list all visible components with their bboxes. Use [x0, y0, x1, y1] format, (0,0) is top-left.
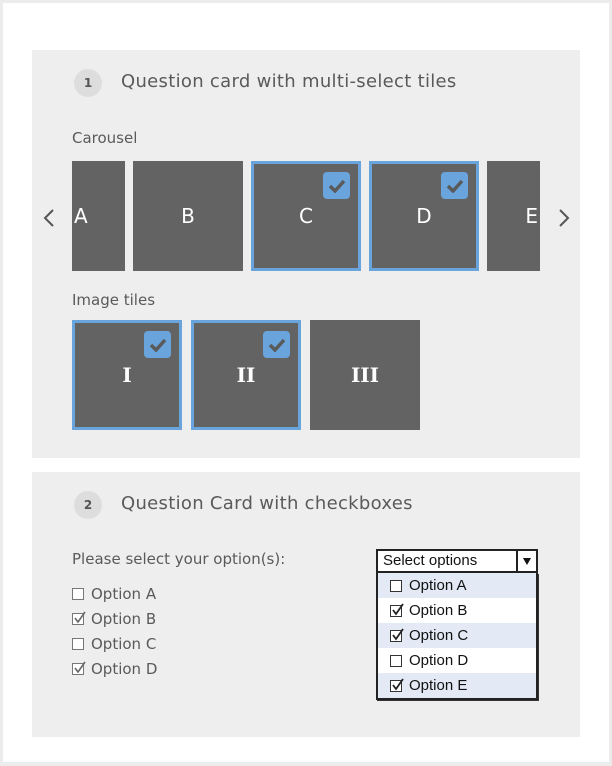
- image-tile-selected[interactable]: I: [72, 320, 182, 430]
- dropdown-item[interactable]: Option B: [378, 598, 536, 623]
- question-prompt: Please select your option(s):: [72, 550, 286, 568]
- multi-select-dropdown: Select options Option A Option B Option …: [376, 549, 538, 700]
- checkbox-option-a[interactable]: Option A: [72, 585, 156, 603]
- checkbox-unchecked-icon[interactable]: [72, 638, 84, 650]
- dropdown-item-label: Option D: [409, 652, 469, 669]
- checkbox-unchecked-icon[interactable]: [390, 579, 402, 592]
- tile-label: I: [122, 363, 132, 387]
- checkbox-option-c[interactable]: Option C: [72, 635, 156, 653]
- checkbox-unchecked-icon[interactable]: [390, 654, 402, 667]
- dropdown-item-label: Option C: [409, 627, 469, 644]
- carousel-label: Carousel: [72, 129, 138, 147]
- carousel-tile-selected[interactable]: C: [251, 161, 361, 271]
- checkbox-label: Option A: [91, 585, 157, 603]
- carousel-tile[interactable]: B: [133, 161, 243, 271]
- question-number-badge: 1: [74, 69, 102, 97]
- checkbox-label: Option B: [91, 610, 157, 628]
- caret-down-icon: [523, 557, 531, 565]
- chevron-left-icon: [43, 209, 54, 227]
- checkbox-checked-icon[interactable]: [390, 677, 404, 692]
- carousel-tile-selected[interactable]: D: [369, 161, 479, 271]
- dropdown-item-label: Option B: [409, 602, 468, 619]
- image-tile-selected[interactable]: II: [191, 320, 301, 430]
- check-icon: [323, 172, 350, 199]
- question-title: Question Card with checkboxes: [121, 493, 413, 514]
- tile-label: II: [236, 363, 256, 387]
- tile-label: A: [74, 204, 88, 228]
- dropdown-list: Option A Option B Option C Option D Opti…: [376, 573, 538, 700]
- dropdown-item[interactable]: Option A: [378, 573, 536, 598]
- dropdown-item[interactable]: Option E: [378, 673, 536, 698]
- tile-label: C: [299, 204, 313, 228]
- carousel-tile[interactable]: A: [72, 161, 125, 271]
- dropdown-item[interactable]: Option C: [378, 623, 536, 648]
- question-card-multi-select: 1 Question card with multi-select tiles …: [32, 50, 580, 458]
- checkbox-option-b[interactable]: Option B: [72, 610, 156, 628]
- carousel-next-button[interactable]: [558, 208, 570, 233]
- tile-label: D: [416, 204, 432, 228]
- tile-label: B: [181, 204, 195, 228]
- tile-label: III: [350, 363, 380, 387]
- tile-label: E: [525, 204, 538, 228]
- checkbox-label: Option D: [91, 660, 158, 678]
- checkbox-checked-icon[interactable]: [390, 627, 404, 642]
- chevron-right-icon: [559, 209, 570, 227]
- checkbox-label: Option C: [91, 635, 157, 653]
- image-tiles-label: Image tiles: [72, 291, 156, 309]
- carousel-prev-button[interactable]: [43, 208, 55, 233]
- check-icon: [263, 331, 290, 358]
- dropdown-toggle-button[interactable]: [516, 551, 536, 571]
- dropdown-placeholder: Select options: [383, 552, 478, 569]
- check-icon: [441, 172, 468, 199]
- carousel-tile[interactable]: E: [487, 161, 540, 271]
- dropdown-item-label: Option E: [409, 677, 468, 694]
- dropdown-item[interactable]: Option D: [378, 648, 536, 673]
- checkbox-unchecked-icon[interactable]: [72, 588, 84, 600]
- checkbox-checked-icon[interactable]: [72, 661, 86, 675]
- dropdown-item-label: Option A: [409, 577, 467, 594]
- check-icon: [144, 331, 171, 358]
- image-tile[interactable]: III: [310, 320, 420, 430]
- checkbox-checked-icon[interactable]: [390, 602, 404, 617]
- question-title: Question card with multi-select tiles: [121, 71, 457, 92]
- dropdown-select[interactable]: Select options: [376, 549, 538, 573]
- checkbox-option-d[interactable]: Option D: [72, 660, 157, 678]
- checkbox-checked-icon[interactable]: [72, 611, 86, 625]
- question-number-badge: 2: [74, 491, 102, 519]
